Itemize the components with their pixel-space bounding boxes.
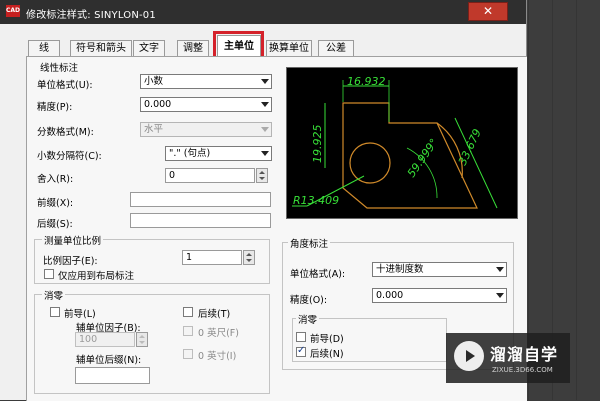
spin-up-icon — [259, 171, 265, 174]
angular-trailing-label: 后续(N) — [310, 349, 344, 360]
precision-select[interactable]: 0.000 — [140, 97, 272, 112]
trailing-zero-label: 后续(T) — [198, 309, 231, 320]
dimension-preview: 16.932 19.925 33.679 59.999° R13.409 — [286, 67, 518, 219]
suffix-input[interactable] — [130, 213, 271, 228]
precision-label: 精度(P): — [37, 102, 73, 113]
scale-factor-input[interactable]: 1 — [182, 250, 242, 265]
angular-leading-checkbox[interactable] — [296, 332, 306, 342]
watermark-subtitle: ZIXUE.3D66.COM — [492, 366, 553, 374]
watermark-overlay: 溜溜自学 ZIXUE.3D66.COM — [446, 333, 570, 383]
title-bar: CAD 修改标注样式: SINYLON-01 ✕ — [0, 0, 526, 24]
prefix-input[interactable] — [130, 192, 271, 207]
sub-unit-factor-input: 100 — [75, 332, 135, 347]
feet-label: 0 英尺(F) — [198, 328, 239, 339]
measurement-scale-title: 测量单位比例 — [42, 233, 104, 247]
round-off-label: 舍入(R): — [37, 174, 74, 185]
angular-unit-format-label: 单位格式(A): — [290, 269, 346, 280]
decimal-separator-label: 小数分隔符(C): — [37, 151, 102, 162]
decimal-separator-value: "." (句点) — [169, 148, 211, 159]
chevron-down-icon — [496, 267, 504, 272]
scale-factor-label: 比例因子(E): — [43, 256, 98, 267]
spin-down-icon — [246, 259, 252, 262]
chevron-down-icon — [261, 102, 269, 107]
round-off-input[interactable]: 0 — [165, 168, 255, 183]
play-logo-icon — [454, 341, 484, 371]
dim-text-right: 33.679 — [456, 127, 484, 167]
trailing-zero-checkbox[interactable] — [183, 307, 193, 317]
fraction-format-select: 水平 — [140, 122, 272, 137]
sub-unit-suffix-label: 辅单位后缀(N): — [76, 355, 142, 366]
dim-text-top: 16.932 — [347, 75, 386, 88]
decimal-separator-select[interactable]: "." (句点) — [165, 146, 272, 161]
tab-symbols-arrows[interactable]: 符号和箭头 — [70, 40, 132, 57]
tab-lines[interactable]: 线 — [28, 40, 60, 57]
unit-format-label: 单位格式(U): — [37, 80, 93, 91]
tab-tolerances[interactable]: 公差 — [318, 40, 354, 57]
inches-checkbox — [183, 349, 193, 359]
linear-group-title: 线性标注 — [40, 63, 79, 74]
round-off-spinner[interactable] — [256, 168, 268, 183]
angular-precision-value: 0.000 — [376, 290, 404, 301]
chevron-down-icon — [261, 79, 269, 84]
leading-zero-checkbox[interactable] — [50, 307, 60, 317]
layout-only-checkbox[interactable] — [44, 269, 54, 279]
angular-precision-label: 精度(O): — [290, 295, 328, 306]
feet-checkbox — [183, 326, 193, 336]
fraction-format-value: 水平 — [144, 124, 164, 135]
tab-fit[interactable]: 调整 — [177, 40, 209, 57]
angular-precision-select[interactable]: 0.000 — [372, 288, 507, 303]
spin-up-icon — [246, 253, 252, 256]
chevron-down-icon — [496, 293, 504, 298]
app-icon: CAD — [6, 5, 20, 17]
chevron-down-icon — [261, 127, 269, 132]
tab-text[interactable]: 文字 — [133, 40, 165, 57]
layout-only-label: 仅应用到布局标注 — [58, 271, 135, 282]
spin-up-icon — [139, 335, 145, 338]
zero-suppression-title: 消零 — [42, 288, 66, 302]
angular-zero-title: 消零 — [296, 312, 320, 326]
close-button[interactable]: ✕ — [468, 2, 508, 21]
part-circle — [349, 142, 391, 184]
suffix-label: 后缀(S): — [37, 219, 73, 230]
angular-unit-format-select[interactable]: 十进制度数 — [372, 262, 507, 277]
window-title: 修改标注样式: SINYLON-01 — [26, 10, 156, 21]
dim-text-radius: R13.409 — [293, 194, 339, 207]
scale-factor-spinner[interactable] — [243, 250, 255, 265]
unit-format-select[interactable]: 小数 — [140, 74, 272, 89]
leading-zero-label: 前导(L) — [64, 309, 96, 320]
tab-alternate-units[interactable]: 换算单位 — [266, 40, 312, 57]
precision-value: 0.000 — [144, 99, 172, 110]
part-outline — [342, 102, 478, 209]
angular-trailing-checkbox[interactable] — [296, 345, 306, 357]
prefix-label: 前缀(X): — [37, 198, 74, 209]
spin-down-icon — [259, 177, 265, 180]
preview-drawing: 16.932 19.925 33.679 59.999° R13.409 — [292, 75, 498, 209]
dim-text-left: 19.925 — [311, 125, 324, 164]
angular-unit-format-value: 十进制度数 — [376, 264, 424, 275]
angular-group-title: 角度标注 — [288, 236, 331, 250]
watermark-title: 溜溜自学 — [490, 345, 559, 364]
unit-format-value: 小数 — [144, 76, 164, 87]
sub-unit-suffix-input[interactable] — [75, 367, 150, 384]
chevron-down-icon — [261, 151, 269, 156]
angular-leading-label: 前导(D) — [310, 334, 344, 345]
inches-label: 0 英寸(I) — [198, 351, 237, 362]
fraction-format-label: 分数格式(M): — [37, 127, 94, 138]
sub-unit-factor-spinner — [136, 332, 148, 347]
spin-down-icon — [139, 341, 145, 344]
dim-text-angle: 59.999° — [405, 136, 441, 179]
